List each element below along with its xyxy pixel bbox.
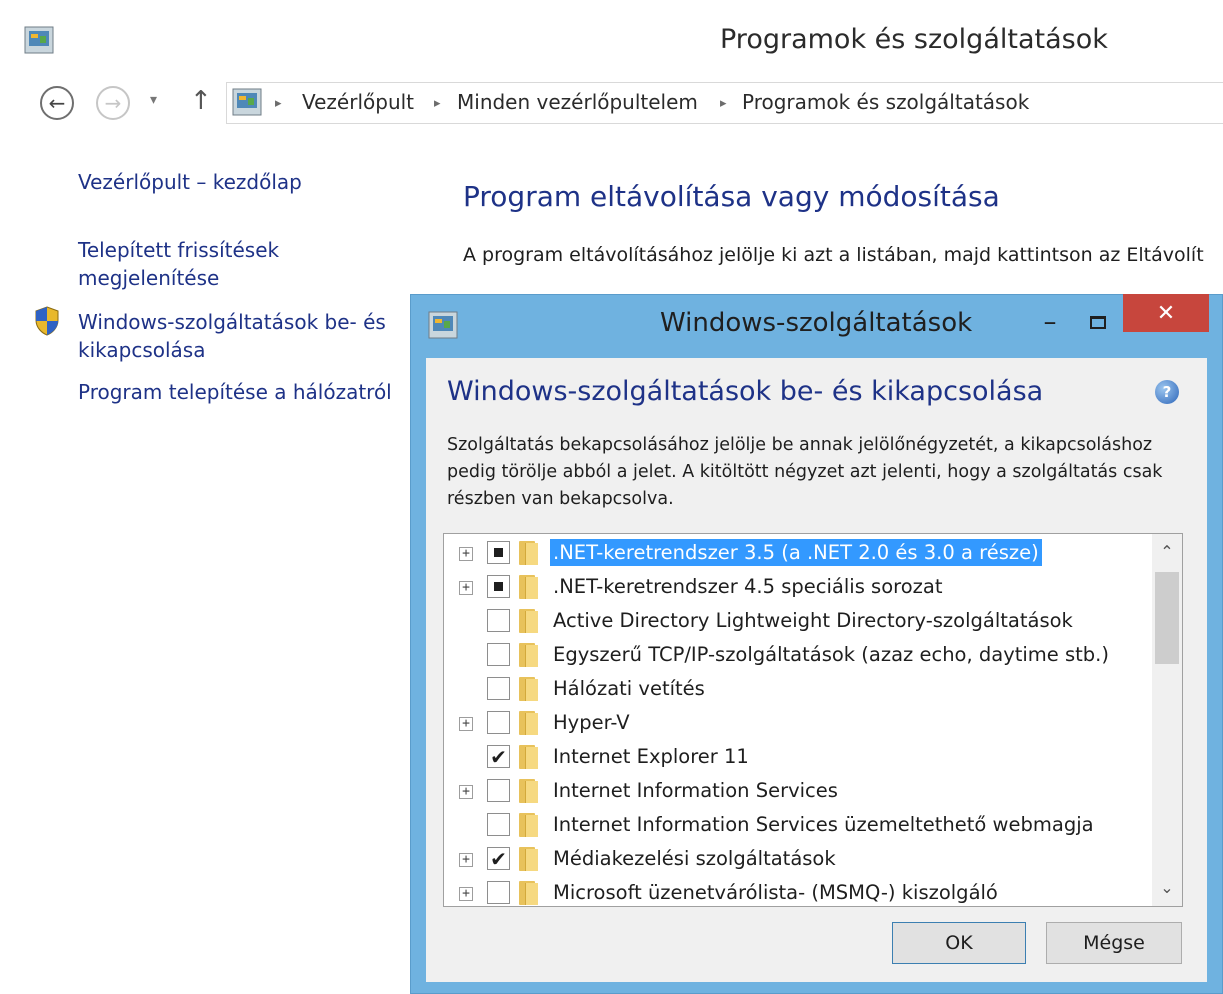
maximize-button[interactable] <box>1078 302 1118 342</box>
minimize-button[interactable]: – <box>1030 302 1070 342</box>
folder-icon <box>516 711 540 735</box>
expand-icon[interactable]: + <box>459 547 473 561</box>
feature-checkbox[interactable]: ✔ <box>487 745 510 768</box>
close-icon: ✕ <box>1156 300 1176 326</box>
scroll-up-button[interactable]: ⌃ <box>1152 534 1182 568</box>
feature-checkbox[interactable] <box>487 677 510 700</box>
link-install-from-network[interactable]: Program telepítése a hálózatról <box>78 378 392 406</box>
window-title: Programok és szolgáltatások <box>720 24 1108 55</box>
chevron-up-icon: ⌃ <box>1160 541 1174 561</box>
dialog-heading: Windows-szolgáltatások be- és kikapcsolá… <box>447 376 1044 407</box>
feature-label[interactable]: Internet Explorer 11 <box>550 743 752 770</box>
folder-icon <box>516 847 540 871</box>
feature-row[interactable]: Active Directory Lightweight Directory-s… <box>444 604 1150 638</box>
partial-check-icon <box>494 582 503 591</box>
link-windows-features-line2[interactable]: kikapcsolása <box>78 336 205 364</box>
forward-button[interactable]: → <box>96 86 130 120</box>
folder-icon <box>516 643 540 667</box>
feature-checkbox[interactable]: ✔ <box>487 847 510 870</box>
feature-label[interactable]: Internet Information Services <box>550 777 841 804</box>
feature-checkbox[interactable] <box>487 711 510 734</box>
control-panel-icon <box>232 88 262 116</box>
folder-icon <box>516 881 540 905</box>
expand-icon[interactable]: + <box>459 853 473 867</box>
feature-label[interactable]: Internet Information Services üzemelteth… <box>550 811 1097 838</box>
feature-checkbox[interactable] <box>487 575 510 598</box>
expand-icon[interactable]: + <box>459 581 473 595</box>
features-tree[interactable]: + .NET-keretrendszer 3.5 (a .NET 2.0 és 3… <box>443 533 1183 907</box>
feature-label[interactable]: Active Directory Lightweight Directory-s… <box>550 607 1076 634</box>
folder-icon <box>516 575 540 599</box>
feature-row[interactable]: ✔ Internet Explorer 11 <box>444 740 1150 774</box>
link-windows-features[interactable]: Windows-szolgáltatások be- és <box>78 308 386 336</box>
cancel-button[interactable]: Mégse <box>1046 922 1182 964</box>
help-icon[interactable]: ? <box>1155 380 1179 404</box>
partial-check-icon <box>494 548 503 557</box>
feature-label[interactable]: Médiakezelési szolgáltatások <box>550 845 839 872</box>
folder-icon <box>516 745 540 769</box>
scroll-down-button[interactable]: ⌄ <box>1152 870 1182 904</box>
back-button[interactable]: ← <box>40 86 74 120</box>
feature-label[interactable]: Egyszerű TCP/IP-szolgáltatások (azaz ech… <box>550 641 1112 668</box>
page-description: A program eltávolításához jelölje ki azt… <box>463 244 1204 266</box>
feature-row[interactable]: + ✔ Médiakezelési szolgáltatások <box>444 842 1150 876</box>
folder-icon <box>516 609 540 633</box>
scrollbar-thumb[interactable] <box>1155 572 1179 664</box>
feature-row[interactable]: + Internet Information Services <box>444 774 1150 808</box>
control-panel-icon[interactable] <box>428 311 458 339</box>
link-control-panel-home[interactable]: Vezérlőpult – kezdőlap <box>78 168 302 196</box>
folder-icon <box>516 541 540 565</box>
feature-checkbox[interactable] <box>487 881 510 904</box>
control-panel-icon[interactable] <box>24 26 54 54</box>
link-installed-updates-line2[interactable]: megjelenítése <box>78 264 219 292</box>
breadcrumb-separator-icon[interactable]: ▸ <box>434 96 441 111</box>
uac-shield-icon <box>35 306 59 336</box>
feature-checkbox[interactable] <box>487 779 510 802</box>
breadcrumb-vezerlopult[interactable]: Vezérlőpult <box>302 90 414 114</box>
feature-label[interactable]: Hyper-V <box>550 709 633 736</box>
feature-label[interactable]: Hálózati vetítés <box>550 675 708 702</box>
folder-icon <box>516 677 540 701</box>
checkmark-icon: ✔ <box>490 846 507 871</box>
page-title: Program eltávolítása vagy módosítása <box>463 180 1000 213</box>
checkmark-icon: ✔ <box>490 744 507 769</box>
expand-icon[interactable]: + <box>459 717 473 731</box>
up-arrow-icon: ↑ <box>190 86 212 116</box>
feature-checkbox[interactable] <box>487 813 510 836</box>
back-arrow-icon: ← <box>48 91 66 115</box>
feature-label[interactable]: Microsoft üzenetvárólista- (MSMQ-) kiszo… <box>550 879 1001 906</box>
feature-row[interactable]: + Hyper-V <box>444 706 1150 740</box>
minimize-icon: – <box>1043 307 1057 337</box>
feature-label[interactable]: .NET-keretrendszer 3.5 (a .NET 2.0 és 3.… <box>550 539 1042 566</box>
feature-checkbox[interactable] <box>487 609 510 632</box>
feature-row[interactable]: Internet Information Services üzemelteth… <box>444 808 1150 842</box>
chevron-down-icon: ⌄ <box>1160 877 1174 897</box>
dialog-title: Windows-szolgáltatások <box>660 308 973 338</box>
breadcrumb-minden-elem[interactable]: Minden vezérlőpultelem <box>457 90 698 114</box>
ok-button[interactable]: OK <box>892 922 1026 964</box>
recent-pages-button[interactable]: ▾ <box>150 92 157 108</box>
dialog-description: Szolgáltatás bekapcsolásához jelölje be … <box>447 435 1163 509</box>
breadcrumb-separator-icon[interactable]: ▸ <box>720 96 727 111</box>
close-button[interactable]: ✕ <box>1123 294 1209 332</box>
forward-arrow-icon: → <box>104 91 122 115</box>
up-button[interactable]: ↑ <box>190 86 212 116</box>
expand-icon[interactable]: + <box>459 887 473 901</box>
feature-row[interactable]: + Microsoft üzenetvárólista- (MSMQ-) kisz… <box>444 876 1150 906</box>
folder-icon <box>516 779 540 803</box>
feature-label[interactable]: .NET-keretrendszer 4.5 speciális sorozat <box>550 573 946 600</box>
feature-checkbox[interactable] <box>487 541 510 564</box>
feature-checkbox[interactable] <box>487 643 510 666</box>
breadcrumb-programok[interactable]: Programok és szolgáltatások <box>742 90 1029 114</box>
feature-row[interactable]: + .NET-keretrendszer 4.5 speciális soroza… <box>444 570 1150 604</box>
folder-icon <box>516 813 540 837</box>
expand-icon[interactable]: + <box>459 785 473 799</box>
chevron-down-icon: ▾ <box>150 92 158 108</box>
maximize-icon <box>1090 315 1106 329</box>
feature-row[interactable]: + .NET-keretrendszer 3.5 (a .NET 2.0 és 3… <box>444 536 1150 570</box>
feature-row[interactable]: Hálózati vetítés <box>444 672 1150 706</box>
breadcrumb-separator-icon[interactable]: ▸ <box>275 96 282 111</box>
link-installed-updates[interactable]: Telepített frissítések <box>78 236 279 264</box>
feature-row[interactable]: Egyszerű TCP/IP-szolgáltatások (azaz ech… <box>444 638 1150 672</box>
